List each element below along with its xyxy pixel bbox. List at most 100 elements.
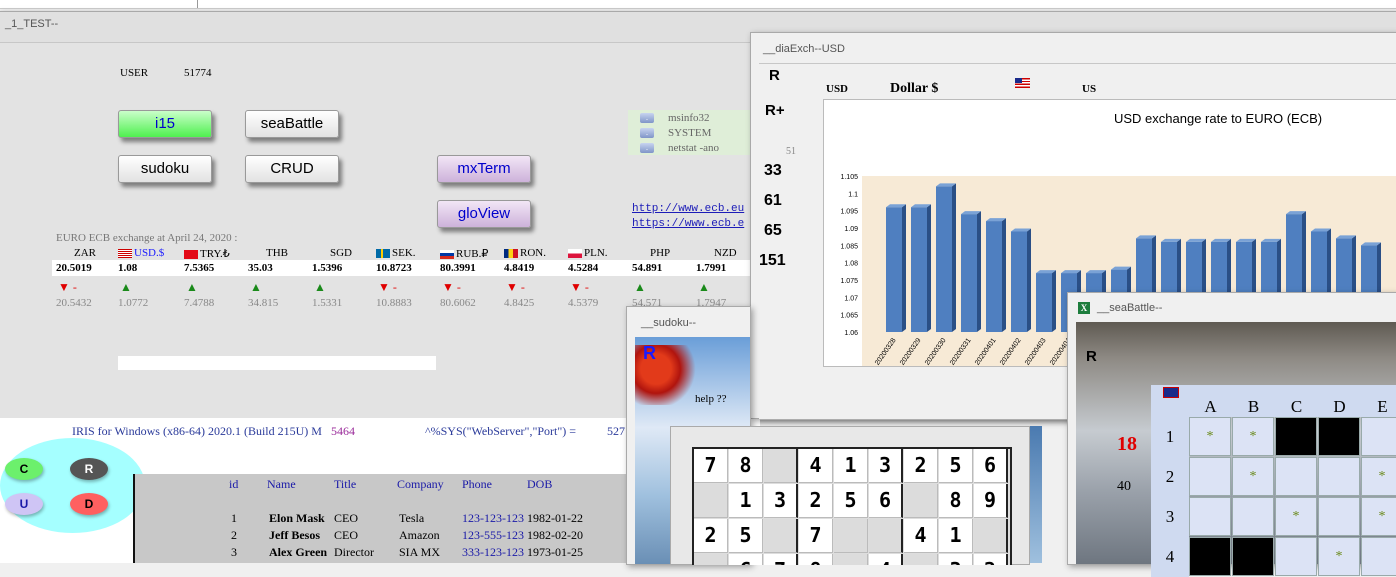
ship-cell[interactable] [1275,417,1317,456]
miss-cell[interactable]: * [1232,417,1274,456]
miss-cell[interactable]: * [1361,497,1396,536]
update-button[interactable]: U [5,493,43,515]
sudoku-cell[interactable] [904,554,938,565]
sudoku-cell[interactable]: 7 [764,554,798,565]
currency-code-10[interactable]: NZD [714,247,737,259]
sudoku-cell[interactable]: 1 [834,449,868,483]
sudoku-cell[interactable]: 6 [869,484,903,518]
sudoku-cell[interactable] [764,449,798,483]
ship-cell[interactable] [1318,417,1360,456]
sudoku-cell[interactable]: 2 [694,519,728,553]
create-button[interactable]: C [5,458,43,480]
sea-cell[interactable] [1275,537,1317,576]
ecb-link-https[interactable]: https://www.ecb.e [632,218,744,230]
sudoku-cell[interactable]: 6 [729,554,763,565]
sudoku-cell[interactable]: 2 [799,484,833,518]
sudoku-cell[interactable] [694,554,728,565]
sudoku-cell[interactable]: 4 [869,554,903,565]
dia-num-3[interactable]: 65 [764,222,782,240]
read-button[interactable]: R [70,458,108,480]
header-id[interactable]: id [229,477,238,492]
sea-cell[interactable] [1189,457,1231,496]
sudoku-cell[interactable]: 1 [939,519,973,553]
header-name[interactable]: Name [267,477,296,492]
sudoku-cell[interactable]: 7 [694,449,728,483]
sudoku-cell[interactable]: 8 [799,554,833,565]
miss-cell[interactable]: * [1318,537,1360,576]
sudoku-cell[interactable]: 6 [974,449,1008,483]
sea-cell[interactable] [1361,417,1396,456]
sudoku-cell[interactable]: 3 [764,484,798,518]
sudoku-cell[interactable]: 8 [939,484,973,518]
header-title[interactable]: Title [334,477,356,492]
sudoku-cell[interactable]: 8 [729,449,763,483]
currency-code-8[interactable]: PLN. [568,247,608,259]
header-dob[interactable]: DOB [527,477,552,492]
header-company[interactable]: Company [397,477,444,492]
sudoku-cell[interactable]: 3 [939,554,973,565]
currency-code-7[interactable]: RON. [504,247,546,259]
sudoku-cell[interactable]: 2 [974,554,1008,565]
sea-cell[interactable] [1189,497,1231,536]
sudoku-cell[interactable]: 4 [799,449,833,483]
currency-code-3[interactable]: THB [266,247,288,259]
miss-cell[interactable]: * [1275,497,1317,536]
sudoku-cell[interactable]: 5 [939,449,973,483]
sudoku-cell[interactable]: 1 [729,484,763,518]
sudoku-cell[interactable]: 9 [974,484,1008,518]
sudoku-cell[interactable]: 5 [834,484,868,518]
gloview-button[interactable]: gloView [437,200,531,228]
sea-cell[interactable] [1361,537,1396,576]
header-phone[interactable]: Phone [462,477,492,492]
sea-cell[interactable] [1275,457,1317,496]
table-cell[interactable]: Jeff Besos [269,528,320,543]
crud-button[interactable]: CRUD [245,155,339,183]
seabattle-r-button[interactable]: R [1086,348,1097,365]
netstat-link[interactable]: . netstat -ano [640,142,719,154]
sudoku-cell[interactable] [764,519,798,553]
miss-cell[interactable]: * [1232,457,1274,496]
currency-code-1[interactable]: USD.$ [118,247,164,259]
seabattle-button[interactable]: seaBattle [245,110,339,138]
miss-cell[interactable]: * [1189,417,1231,456]
dia-num-1[interactable]: 33 [764,162,782,180]
system-link[interactable]: . SYSTEM [640,127,711,139]
currency-code-0[interactable]: ZAR [74,247,96,259]
sudoku-cell[interactable] [834,554,868,565]
sudoku-cell[interactable] [904,484,938,518]
miss-cell[interactable]: * [1361,457,1396,496]
currency-code-9[interactable]: PHP [650,247,670,259]
msinfo-link[interactable]: . msinfo32 [640,112,710,124]
ecb-link-http[interactable]: http://www.ecb.eu [632,203,744,215]
dia-num-2[interactable]: 61 [764,192,782,210]
delete-button[interactable]: D [70,493,108,515]
table-cell[interactable]: Elon Mask [269,511,325,526]
sudoku-cell[interactable] [834,519,868,553]
sea-cell[interactable] [1318,497,1360,536]
sudoku-cell[interactable] [869,519,903,553]
sudoku-button[interactable]: sudoku [118,155,212,183]
currency-code-6[interactable]: RUB.₽ [440,247,488,260]
sudoku-cell[interactable] [974,519,1008,553]
currency-code-2[interactable]: TRY.₺ [184,247,230,260]
currency-code-5[interactable]: SEK. [376,247,416,259]
dia-num-4[interactable]: 151 [759,252,786,270]
sudoku-r-button[interactable]: R [643,343,656,364]
sudoku-cell[interactable]: 4 [904,519,938,553]
sea-cell[interactable] [1318,457,1360,496]
sudoku-cell[interactable]: 7 [799,519,833,553]
ship-cell[interactable] [1189,537,1231,576]
dia-r-button[interactable]: R [769,67,780,84]
currency-code-4[interactable]: SGD [330,247,352,259]
sudoku-cell[interactable]: 5 [729,519,763,553]
sudoku-help[interactable]: help ?? [695,393,726,405]
sea-cell[interactable] [1232,497,1274,536]
sudoku-cell[interactable]: 2 [904,449,938,483]
table-cell[interactable]: Alex Green [269,545,327,560]
i15-button[interactable]: i15 [118,110,212,138]
mxterm-button[interactable]: mxTerm [437,155,531,183]
sudoku-cell[interactable]: 3 [869,449,903,483]
dia-rplus-button[interactable]: R+ [765,102,785,119]
ship-cell[interactable] [1232,537,1274,576]
sudoku-cell[interactable] [694,484,728,518]
